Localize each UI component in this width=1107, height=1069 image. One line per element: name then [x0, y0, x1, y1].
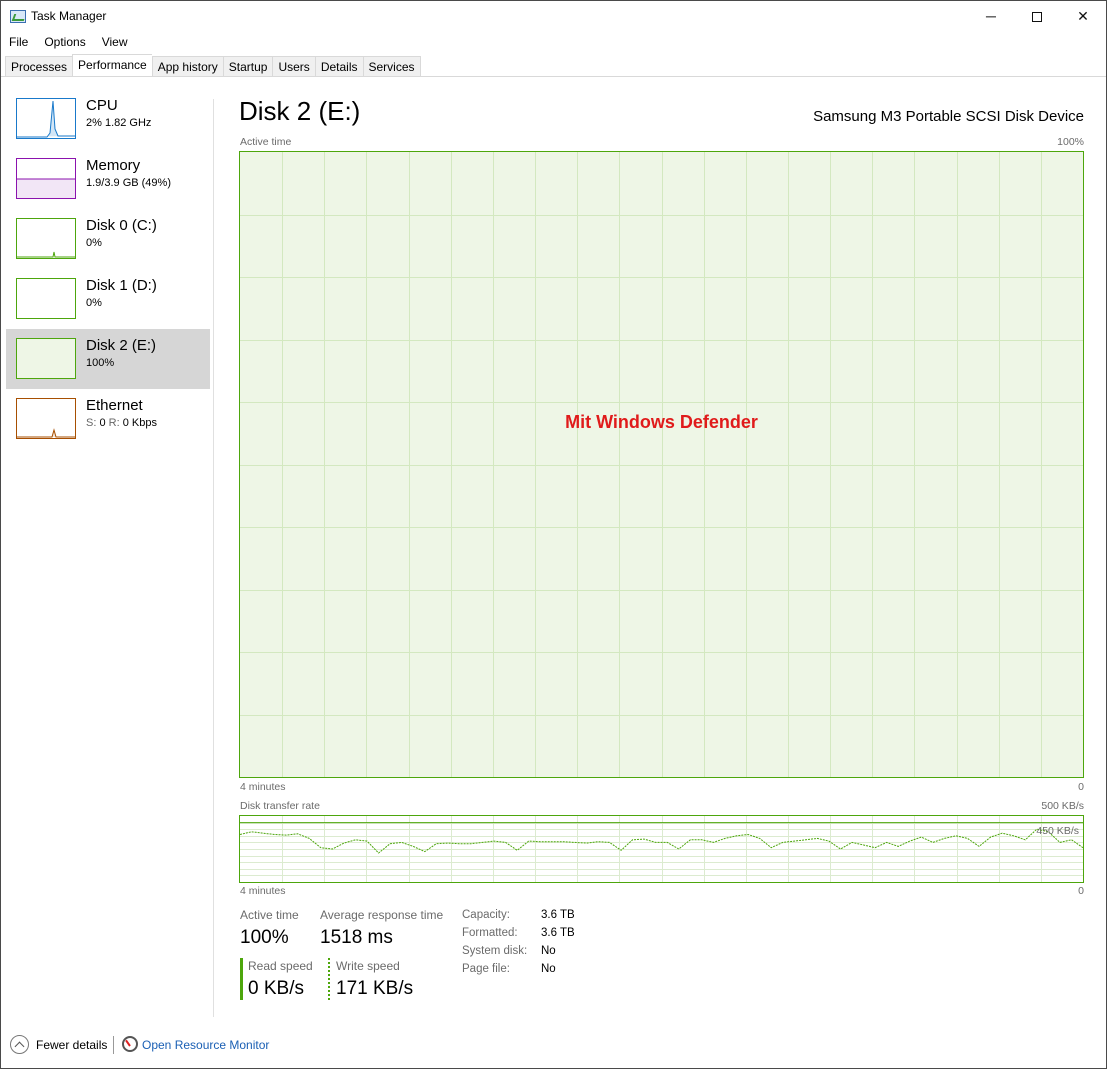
stat-read-speed-label: Read speed — [248, 959, 313, 973]
sidebar-item-ethernet[interactable]: Ethernet S: 0 R: 0 Kbps — [6, 389, 210, 449]
stat-avg-response-label: Average response time — [320, 908, 444, 922]
overlay-annotation: Mit Windows Defender — [565, 412, 758, 432]
maximize-button[interactable] — [1014, 1, 1060, 31]
tab-users[interactable]: Users — [272, 56, 315, 77]
chevron-up-icon[interactable] — [10, 1035, 29, 1054]
fewer-details-button[interactable]: Fewer details — [36, 1038, 107, 1052]
disk0-thumbnail-graph — [16, 218, 76, 259]
transfer-reference-label: 450 KB/s — [1036, 825, 1079, 837]
stat-active-time-label: Active time — [240, 908, 299, 922]
system-disk-value: No — [541, 945, 556, 957]
transfer-x-left: 4 minutes — [240, 885, 286, 897]
sidebar-item-label: Ethernet — [86, 397, 143, 414]
formatted-value: 3.6 TB — [541, 927, 575, 939]
tab-processes[interactable]: Processes — [5, 56, 73, 77]
footer-bar: Fewer details Open Resource Monitor — [1, 1028, 1106, 1062]
tab-services[interactable]: Services — [362, 56, 421, 77]
send-label: S: — [86, 417, 97, 429]
open-resource-monitor-link[interactable]: Open Resource Monitor — [142, 1038, 269, 1052]
sidebar-item-memory[interactable]: Memory 1.9/3.9 GB (49%) — [6, 149, 210, 209]
sidebar-item-label: Memory — [86, 157, 141, 174]
system-disk-key: System disk: — [462, 945, 528, 957]
cpu-thumbnail-line — [17, 100, 75, 138]
transfer-graph-max: 500 KB/s — [1041, 800, 1084, 812]
page-file-key: Page file: — [462, 963, 510, 975]
active-time-grid — [240, 152, 1083, 777]
close-button[interactable]: ✕ — [1060, 1, 1106, 31]
transfer-rate-graph: 450 KB/s — [239, 815, 1084, 883]
minimize-button[interactable]: ─ — [968, 1, 1014, 31]
disk0-thumbnail-line — [17, 251, 75, 258]
active-time-graph-label: Active time — [240, 136, 292, 148]
sidebar-item-sub: 2% 1.82 GHz — [86, 117, 152, 129]
cpu-thumbnail-graph — [16, 98, 76, 139]
menu-bar: File Options View — [1, 32, 136, 52]
transfer-x-right: 0 — [1078, 885, 1084, 897]
sidebar-item-label: Disk 1 (D:) — [86, 277, 157, 294]
performance-sidebar: CPU 2% 1.82 GHz Memory 1.9/3.9 GB (49%) … — [6, 89, 210, 449]
tab-details[interactable]: Details — [314, 56, 363, 77]
stat-write-speed-value: 171 KB/s — [336, 978, 414, 999]
stat-read-speed-value: 0 KB/s — [248, 978, 304, 999]
transfer-rate-plot — [240, 816, 1083, 882]
memory-thumbnail-fill — [17, 178, 75, 198]
active-time-graph: Mit Windows Defender — [239, 151, 1084, 778]
title-bar: Task Manager ─ ✕ — [1, 1, 1106, 31]
sidebar-item-label: CPU — [86, 97, 118, 114]
ethernet-thumbnail-line — [17, 428, 75, 438]
tab-performance[interactable]: Performance — [72, 54, 152, 77]
sidebar-item-sub: 1.9/3.9 GB (49%) — [86, 177, 171, 189]
tab-strip: Processes Performance App history Startu… — [5, 54, 421, 77]
task-manager-app-icon — [10, 10, 26, 23]
sidebar-item-sub: 0% — [86, 297, 102, 309]
capacity-value: 3.6 TB — [541, 909, 575, 921]
disk2-thumbnail-graph — [16, 338, 76, 379]
footer-divider — [113, 1036, 114, 1054]
menu-file[interactable]: File — [1, 32, 36, 52]
sidebar-item-sub: 0% — [86, 237, 102, 249]
stat-active-time-value: 100% — [240, 927, 289, 948]
window-title: Task Manager — [31, 9, 107, 23]
disk1-thumbnail-graph — [16, 278, 76, 319]
sidebar-item-disk2[interactable]: Disk 2 (E:) 100% — [6, 329, 210, 389]
receive-value: 0 Kbps — [122, 417, 157, 429]
menu-view[interactable]: View — [94, 32, 136, 52]
sidebar-item-label: Disk 0 (C:) — [86, 217, 157, 234]
maximize-icon — [1032, 12, 1042, 23]
write-speed-indicator — [328, 958, 331, 1000]
send-value: 0 — [99, 417, 106, 429]
tab-divider — [1, 76, 1106, 77]
sidebar-item-label: Disk 2 (E:) — [86, 337, 157, 354]
tab-startup[interactable]: Startup — [222, 56, 273, 77]
page-file-value: No — [541, 963, 556, 975]
task-manager-window: Task Manager ─ ✕ File Options View Proce… — [0, 0, 1107, 1069]
page-title: Disk 2 (E:) — [239, 96, 361, 126]
sidebar-item-sub: S: 0 R: 0 Kbps — [86, 417, 157, 429]
sidebar-item-cpu[interactable]: CPU 2% 1.82 GHz — [6, 89, 210, 149]
sidebar-divider — [213, 99, 214, 1017]
stat-write-speed-label: Write speed — [336, 959, 400, 973]
resource-monitor-icon[interactable] — [122, 1036, 138, 1052]
sidebar-item-disk1[interactable]: Disk 1 (D:) 0% — [6, 269, 210, 329]
ethernet-thumbnail-graph — [16, 398, 76, 439]
transfer-graph-label: Disk transfer rate — [240, 800, 320, 812]
stat-avg-response-value: 1518 ms — [320, 927, 393, 948]
read-speed-indicator — [240, 958, 243, 1000]
sidebar-item-sub: 100% — [86, 357, 115, 369]
device-name: Samsung M3 Portable SCSI Disk Device — [813, 108, 1084, 125]
active-time-x-right: 0 — [1078, 781, 1084, 793]
tab-app-history[interactable]: App history — [151, 56, 223, 77]
formatted-key: Formatted: — [462, 927, 518, 939]
menu-options[interactable]: Options — [36, 32, 93, 52]
sidebar-item-disk0[interactable]: Disk 0 (C:) 0% — [6, 209, 210, 269]
active-time-graph-max: 100% — [1057, 136, 1084, 148]
receive-label: R: — [108, 417, 120, 429]
memory-thumbnail-graph — [16, 158, 76, 199]
active-time-x-left: 4 minutes — [240, 781, 286, 793]
capacity-key: Capacity: — [462, 909, 510, 921]
